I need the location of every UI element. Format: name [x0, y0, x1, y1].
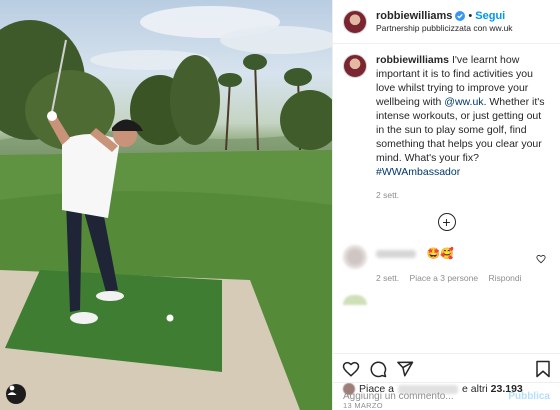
header-text: robbiewilliams • Segui Partnership pubbl… — [376, 10, 513, 33]
publish-button[interactable]: Pubblica — [508, 391, 550, 402]
header-separator: • — [468, 9, 473, 22]
caption-avatar[interactable] — [343, 54, 367, 78]
commenter-username[interactable] — [376, 249, 416, 258]
caption: robbiewilliams I've learnt how important … — [343, 54, 550, 201]
golf-scene — [0, 6, 332, 410]
paid-partnership-label[interactable]: Partnership pubblicizzata con ww.uk — [376, 23, 513, 33]
instagram-post: robbiewilliams • Segui Partnership pubbl… — [0, 0, 560, 410]
caption-time[interactable]: 2 sett. — [376, 190, 550, 201]
header-top: robbiewilliams • Segui — [376, 10, 513, 23]
share-paper-plane-icon[interactable] — [396, 360, 414, 378]
author-username[interactable]: robbiewilliams — [376, 10, 452, 23]
comment-line: 🤩🥰 — [376, 245, 550, 263]
comment-text: 🤩🥰 — [426, 248, 454, 261]
comment-likes[interactable]: Piace a 3 persone — [410, 273, 479, 283]
comment-like-heart-icon[interactable] — [536, 251, 546, 269]
comment-body: 🤩🥰 2 sett. Piace a 3 persone Rispondi — [376, 245, 550, 283]
comment-meta: 2 sett. Piace a 3 persone Rispondi — [376, 273, 550, 283]
load-more-comments-button[interactable]: + — [437, 212, 456, 231]
caption-hashtag-link[interactable]: #WWAmbassador — [376, 166, 460, 178]
next-comment-avatar — [343, 294, 367, 305]
caption-body: robbiewilliams I've learnt how important … — [376, 54, 550, 201]
post-header: robbiewilliams • Segui Partnership pubbl… — [333, 0, 560, 44]
like-heart-icon[interactable] — [342, 360, 360, 378]
comments-area: robbiewilliams I've learnt how important … — [333, 44, 560, 353]
comment-time[interactable]: 2 sett. — [376, 273, 399, 283]
user-tags-button[interactable] — [6, 384, 26, 404]
follow-button[interactable]: Segui — [475, 10, 505, 23]
plus-icon: + — [442, 213, 451, 230]
add-comment-bar: Pubblica — [333, 382, 560, 410]
reply-button[interactable]: Rispondi — [488, 273, 521, 283]
comment-bubble-icon[interactable] — [369, 360, 387, 378]
comment-input[interactable] — [343, 391, 509, 402]
caption-username[interactable]: robbiewilliams — [376, 54, 449, 66]
user-icon — [7, 385, 17, 395]
verified-badge-icon — [455, 11, 466, 22]
author-avatar[interactable] — [343, 9, 367, 34]
comment-item: 🤩🥰 2 sett. Piace a 3 persone Rispondi — [343, 244, 550, 283]
action-bar — [333, 353, 560, 383]
caption-mention-link[interactable]: @ww.uk — [444, 96, 483, 108]
save-bookmark-icon[interactable] — [535, 360, 551, 378]
post-photo[interactable] — [0, 0, 332, 410]
commenter-avatar[interactable] — [343, 244, 367, 269]
post-side-panel: robbiewilliams • Segui Partnership pubbl… — [332, 0, 560, 410]
